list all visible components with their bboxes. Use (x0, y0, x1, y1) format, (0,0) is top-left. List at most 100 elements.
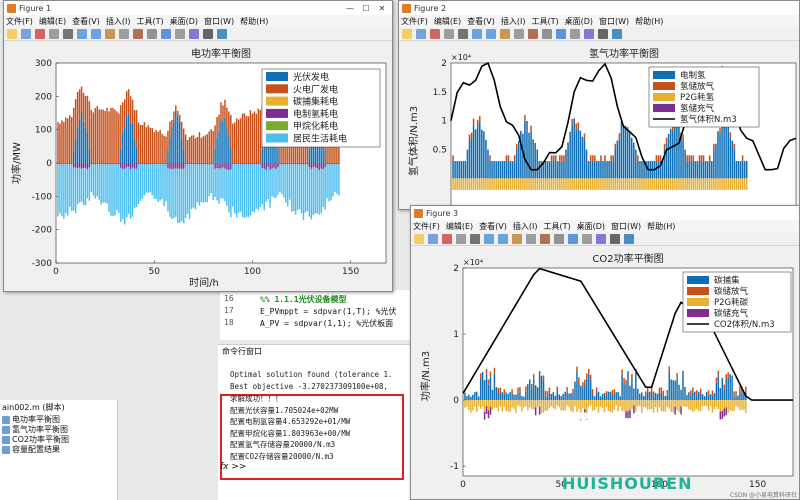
bar-h2 (108, 163, 110, 165)
print-icon[interactable] (456, 233, 466, 244)
link-icon[interactable] (556, 28, 566, 39)
xtick-label: 50 (148, 267, 160, 277)
figure-2-window[interactable]: Figure 2 文件(F) 编辑(E) 查看(V) 插入(I) 工具(T) 桌面(D) 窗… (398, 0, 800, 210)
menu-item[interactable]: 文件(F) (6, 16, 33, 27)
brush-icon[interactable] (147, 28, 157, 39)
show-plot-tools-icon[interactable] (217, 28, 227, 39)
menu-item[interactable]: 桌面(D) (170, 16, 198, 27)
pointer-icon[interactable] (470, 233, 480, 244)
open-file-icon[interactable] (428, 233, 438, 244)
pan-icon[interactable] (512, 233, 522, 244)
brush-icon[interactable] (542, 28, 552, 39)
insert-colorbar-icon[interactable] (582, 233, 592, 244)
menu-item[interactable]: 插入(I) (106, 16, 131, 27)
brush-icon[interactable] (554, 233, 564, 244)
zoom-in-icon[interactable] (484, 233, 494, 244)
show-plot-tools-icon[interactable] (612, 28, 622, 39)
menu-item[interactable]: 文件(F) (413, 221, 440, 232)
hide-plot-tools-icon[interactable] (598, 28, 608, 39)
pointer-icon[interactable] (458, 28, 468, 39)
figure-1-titlebar[interactable]: Figure 1 — ☐ ✕ (4, 1, 392, 15)
close-icon[interactable]: ✕ (374, 4, 390, 13)
zoom-out-icon[interactable] (486, 28, 496, 39)
print-icon[interactable] (444, 28, 454, 39)
menu-item[interactable]: 窗口(W) (611, 221, 641, 232)
zoom-in-icon[interactable] (77, 28, 87, 39)
rotate-icon[interactable] (119, 28, 129, 39)
bar-h2-discharge (563, 155, 565, 162)
pointer-icon[interactable] (63, 28, 73, 39)
maximize-icon[interactable]: ☐ (358, 4, 374, 13)
open-file-icon[interactable] (21, 28, 31, 39)
figure-3-titlebar[interactable]: Figure 3 (411, 206, 799, 220)
hide-plot-tools-icon[interactable] (610, 233, 620, 244)
new-file-icon[interactable] (414, 233, 424, 244)
insert-colorbar-icon[interactable] (175, 28, 185, 39)
data-cursor-icon[interactable] (133, 28, 143, 39)
menu-item[interactable]: 帮助(H) (647, 221, 675, 232)
pan-icon[interactable] (105, 28, 115, 39)
insert-legend-icon[interactable] (596, 233, 606, 244)
menu-item[interactable]: 文件(F) (401, 16, 428, 27)
insert-legend-icon[interactable] (584, 28, 594, 39)
new-file-icon[interactable] (402, 28, 412, 39)
bar-h2 (100, 163, 102, 165)
menu-item[interactable]: 帮助(H) (635, 16, 663, 27)
link-icon[interactable] (161, 28, 171, 39)
save-icon[interactable] (35, 28, 45, 39)
new-file-icon[interactable] (7, 28, 17, 39)
insert-colorbar-icon[interactable] (570, 28, 580, 39)
bar-p2g-h2 (610, 178, 612, 190)
data-cursor-icon[interactable] (540, 233, 550, 244)
menu-item[interactable]: 工具(T) (543, 221, 570, 232)
bar-capture (666, 395, 669, 401)
rotate-icon[interactable] (514, 28, 524, 39)
insert-legend-icon[interactable] (189, 28, 199, 39)
zoom-out-icon[interactable] (91, 28, 101, 39)
bar-p2g-co2 (637, 400, 639, 407)
open-file-icon[interactable] (416, 28, 426, 39)
bar-p2g-co2 (507, 400, 509, 412)
menu-item[interactable]: 插入(I) (501, 16, 526, 27)
bar-co2-discharge (625, 379, 627, 385)
menu-item[interactable]: 桌面(D) (565, 16, 593, 27)
bar-h2-discharge (657, 155, 660, 162)
bar-p2g-co2 (684, 400, 686, 407)
bar-electrolysis (610, 161, 612, 179)
menu-item[interactable]: 工具(T) (531, 16, 558, 27)
link-icon[interactable] (568, 233, 578, 244)
bar-h2 (69, 163, 71, 165)
bar-p2g-h2 (729, 178, 732, 190)
zoom-out-icon[interactable] (498, 233, 508, 244)
print-icon[interactable] (49, 28, 59, 39)
menu-item[interactable]: 编辑(E) (434, 16, 461, 27)
command-prompt[interactable]: fx >> (220, 462, 246, 472)
show-plot-tools-icon[interactable] (624, 233, 634, 244)
data-cursor-icon[interactable] (528, 28, 538, 39)
menu-item[interactable]: 工具(T) (136, 16, 163, 27)
bar-capture (568, 393, 570, 401)
menu-item[interactable]: 编辑(E) (39, 16, 66, 27)
file-item[interactable]: 容量配置结果 (2, 444, 60, 455)
rotate-icon[interactable] (526, 233, 536, 244)
menu-item[interactable]: 窗口(W) (204, 16, 234, 27)
menu-item[interactable]: 查看(V) (467, 16, 495, 27)
save-icon[interactable] (430, 28, 440, 39)
menu-item[interactable]: 查看(V) (72, 16, 100, 27)
menu-item[interactable]: 帮助(H) (240, 16, 268, 27)
hide-plot-tools-icon[interactable] (203, 28, 213, 39)
menu-item[interactable]: 编辑(E) (446, 221, 473, 232)
save-icon[interactable] (442, 233, 452, 244)
menu-item[interactable]: 桌面(D) (577, 221, 605, 232)
menu-item[interactable]: 插入(I) (513, 221, 538, 232)
legend-label: 光伏发电 (293, 71, 329, 83)
figure-2-titlebar[interactable]: Figure 2 (399, 1, 799, 15)
figure-1-window[interactable]: Figure 1 — ☐ ✕ 文件(F) 编辑(E) 查看(V) 插入(I) 工具(T) 桌面… (3, 0, 393, 292)
menu-item[interactable]: 查看(V) (479, 221, 507, 232)
menu-item[interactable]: 窗口(W) (599, 16, 629, 27)
bar-load (59, 164, 61, 214)
bar-capture (580, 385, 582, 401)
zoom-in-icon[interactable] (472, 28, 482, 39)
minimize-icon[interactable]: — (342, 4, 358, 13)
pan-icon[interactable] (500, 28, 510, 39)
